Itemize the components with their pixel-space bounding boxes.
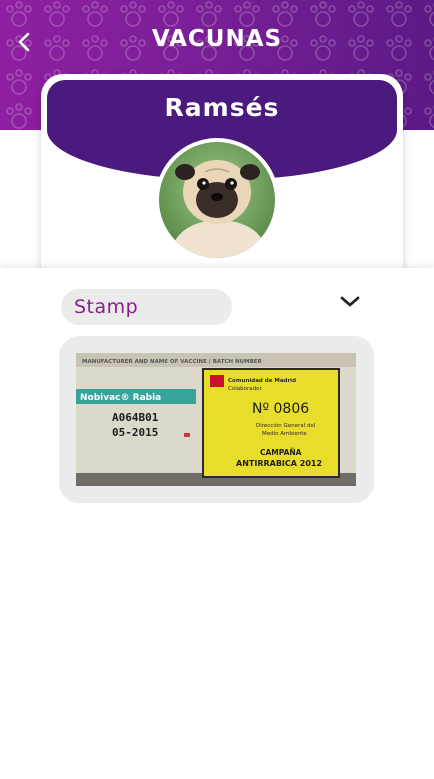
page-title: VACUNAS [151, 26, 283, 52]
vaccine-stamp-photo: MANUFACTURER AND NAME OF VACCINE / BATCH… [76, 353, 356, 486]
vaccine-brand: Nobivac® Rabia [80, 393, 161, 403]
pet-profile-card: Ramsés [41, 74, 403, 289]
sticker-line1: Comunidad de Madrid [228, 378, 296, 384]
expiry-date: 05-2015 [112, 426, 158, 439]
sticker-line3: Dirección General del [256, 422, 316, 429]
sticker-number: Nº 0806 [252, 401, 309, 417]
content-sheet: Stamp MANUFACTURER AND NAME OF VACCINE /… [0, 268, 434, 779]
stamp-header-text: MANUFACTURER AND NAME OF VACCINE / BATCH… [82, 359, 263, 365]
sticker-line2: Colaborador [228, 386, 262, 392]
dropdown-toggle[interactable] [338, 290, 362, 314]
pet-name: Ramsés [164, 93, 280, 122]
vaccine-type-select[interactable]: Stamp [61, 289, 232, 325]
sticker-campaign1: CAMPAÑA [260, 448, 302, 457]
stamp-photo-card[interactable]: MANUFACTURER AND NAME OF VACCINE / BATCH… [59, 336, 374, 503]
chevron-down-icon [340, 296, 360, 307]
sticker-line4: Medio Ambiente [262, 431, 307, 437]
pug-photo [159, 142, 275, 258]
batch-number: A064B01 [112, 411, 159, 424]
sticker-campaign2: ANTIRRABICA 2012 [236, 459, 322, 468]
avatar [155, 138, 279, 262]
